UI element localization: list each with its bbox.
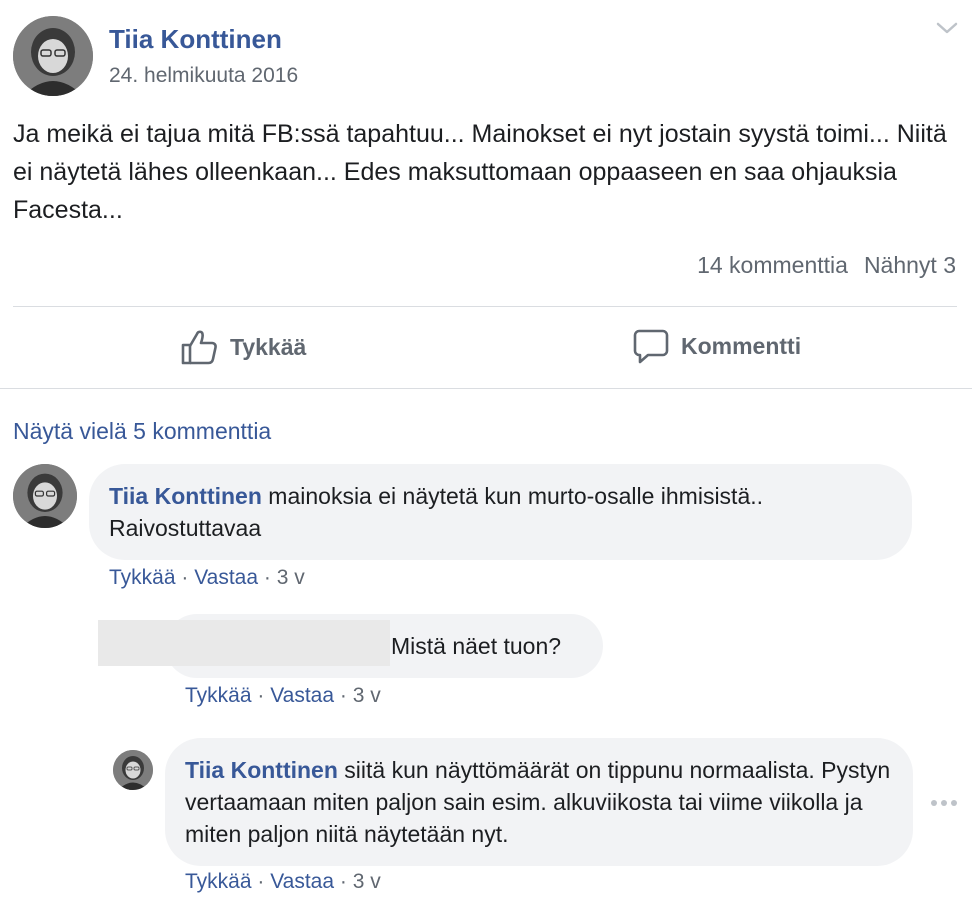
comment-actions: Tykkää · Vastaa · 3 v xyxy=(109,566,305,590)
seen-count[interactable]: Nähnyt 3 xyxy=(864,252,956,279)
comment-author[interactable]: Tiia Konttinen xyxy=(109,483,262,509)
comment-button-label: Kommentti xyxy=(681,332,802,359)
comment-actions: Tykkää · Vastaa · 3 v xyxy=(185,870,381,894)
redacted-author xyxy=(98,620,390,666)
post-author-name[interactable]: Tiia Konttinen xyxy=(109,24,282,55)
comment-bubble: Tiia Konttinen mainoksia ei näytetä kun … xyxy=(89,464,912,560)
thumbs-up-icon xyxy=(181,330,217,365)
post-date[interactable]: 24. helmikuuta 2016 xyxy=(109,64,298,88)
comment-avatar[interactable] xyxy=(13,464,77,528)
dot xyxy=(941,800,947,806)
comment-reply-link[interactable]: Vastaa xyxy=(194,566,258,589)
reply-bubble: Tiia Konttinen siitä kun näyttömäärät on… xyxy=(165,738,913,866)
separator: · xyxy=(339,870,347,893)
comment-text: Mistä näet tuon? xyxy=(391,633,562,659)
comment-reply-link[interactable]: Vastaa xyxy=(270,684,334,707)
comment-button[interactable]: Kommentti xyxy=(633,328,801,364)
comment-reply-link[interactable]: Vastaa xyxy=(270,870,334,893)
separator: · xyxy=(181,566,189,589)
separator: · xyxy=(339,684,347,707)
comment-like-link[interactable]: Tykkää xyxy=(109,566,176,589)
dot xyxy=(931,800,937,806)
comment-time[interactable]: 3 v xyxy=(277,566,305,589)
separator: · xyxy=(257,684,265,707)
post-text: Ja meikä ei tajua mitä FB:ssä tapahtuu..… xyxy=(13,120,947,224)
comment-author[interactable]: Tiia Konttinen xyxy=(185,757,338,783)
separator: · xyxy=(257,870,265,893)
like-button[interactable]: Tykkää xyxy=(180,328,306,366)
speech-bubble-icon xyxy=(633,329,669,364)
comment-like-link[interactable]: Tykkää xyxy=(185,684,252,707)
like-button-label: Tykkää xyxy=(230,333,307,360)
chevron-down-icon[interactable] xyxy=(934,18,960,38)
avatar-photo xyxy=(13,16,93,96)
dot xyxy=(951,800,957,806)
post-stats: 14 kommenttia Nähnyt 3 xyxy=(697,252,956,279)
comment-time[interactable]: 3 v xyxy=(353,870,381,893)
reply-avatar[interactable] xyxy=(113,750,153,790)
ellipsis-icon[interactable] xyxy=(931,800,957,806)
avatar-photo xyxy=(113,750,153,790)
comments-count[interactable]: 14 kommenttia xyxy=(697,252,848,279)
comment-like-link[interactable]: Tykkää xyxy=(185,870,252,893)
comment-actions: Tykkää · Vastaa · 3 v xyxy=(185,684,381,708)
show-more-comments-link[interactable]: Näytä vielä 5 kommenttia xyxy=(13,418,271,445)
author-avatar[interactable] xyxy=(13,16,93,96)
divider xyxy=(13,306,957,307)
avatar-photo xyxy=(13,464,77,528)
comment-time[interactable]: 3 v xyxy=(353,684,381,707)
divider xyxy=(0,388,972,389)
separator: · xyxy=(263,566,271,589)
